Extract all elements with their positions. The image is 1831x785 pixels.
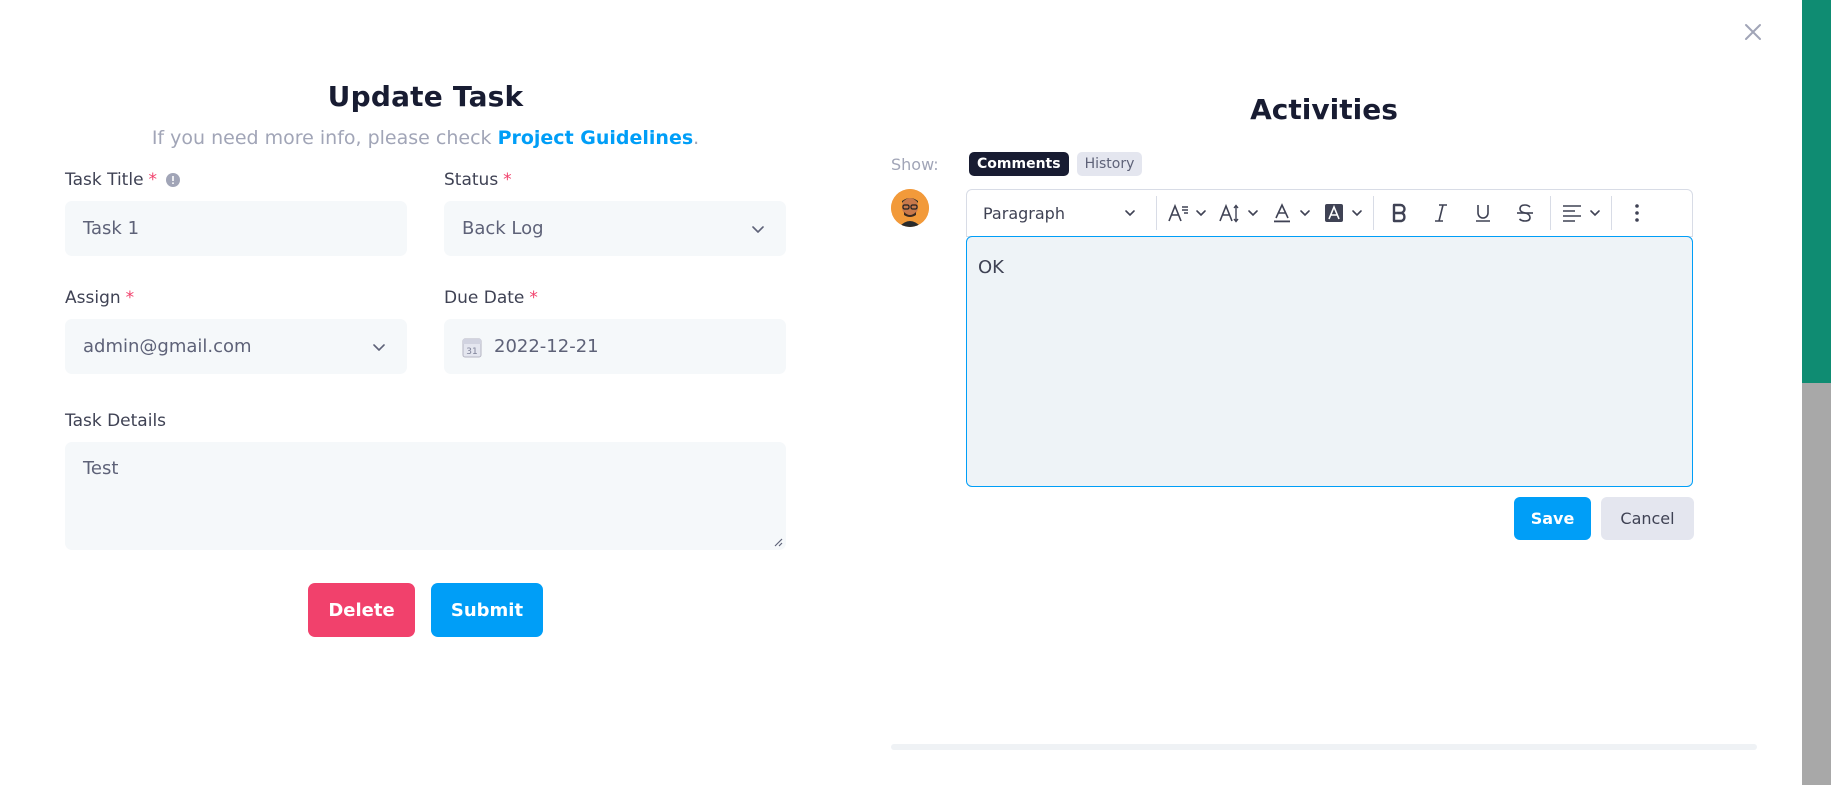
required-marker: * [529, 288, 538, 308]
required-marker: * [125, 288, 135, 308]
activities-title: Activities [1250, 93, 1398, 126]
italic-icon [1435, 204, 1447, 222]
delete-button[interactable]: Delete [308, 583, 415, 637]
more-vertical-icon [1635, 204, 1639, 222]
calendar-icon: 31 [462, 338, 482, 357]
assign-value: admin@gmail.com [83, 336, 252, 357]
comment-editor-content[interactable]: OK [966, 236, 1693, 487]
underline-icon [1476, 205, 1490, 222]
paragraph-dropdown[interactable]: Paragraph [967, 190, 1152, 236]
chevron-down-icon [1196, 210, 1206, 217]
editor-toolbar: Paragraph [966, 189, 1693, 237]
tab-comments[interactable]: Comments [969, 152, 1069, 176]
task-title-label: Task Title * [65, 169, 407, 191]
chevron-down-icon [1125, 210, 1135, 217]
subtitle-period: . [693, 127, 700, 149]
assign-label: Assign * [65, 287, 407, 309]
toolbar-divider [1550, 196, 1551, 230]
bold-button[interactable] [1378, 190, 1420, 236]
status-label-text: Status [444, 170, 499, 190]
form-actions: Delete Submit [65, 583, 786, 637]
cancel-button[interactable]: Cancel [1601, 497, 1694, 540]
comment-editor: Paragraph OK [966, 189, 1693, 487]
task-details-textarea[interactable]: Test [65, 442, 786, 550]
font-color-icon [1274, 203, 1290, 223]
chevron-down-icon [1590, 210, 1600, 217]
subtitle-text: If you need more info, please check [151, 127, 498, 149]
task-details-field: Task Details Test [65, 410, 786, 550]
font-size-dropdown[interactable] [1213, 190, 1265, 236]
form-subtitle: If you need more info, please check Proj… [65, 127, 786, 149]
backdrop-accent [1802, 0, 1831, 383]
status-label: Status * [444, 169, 786, 191]
task-title-field: Task Title * Task 1 [65, 169, 407, 256]
strikethrough-icon [1517, 204, 1533, 222]
submit-button[interactable]: Submit [431, 583, 543, 637]
more-options-button[interactable] [1616, 190, 1658, 236]
calendar-day: 31 [466, 347, 477, 357]
chevron-down-icon [373, 344, 385, 351]
show-label: Show: [891, 154, 939, 174]
due-date-input[interactable]: 31 2022-12-21 [444, 319, 786, 374]
user-avatar-icon [891, 189, 929, 227]
activities-panel: Activities Show: Comments History Paragr… [891, 0, 1757, 785]
status-field: Status * Back Log [444, 169, 786, 256]
save-button[interactable]: Save [1514, 497, 1591, 540]
resize-handle-icon[interactable] [773, 537, 783, 547]
align-left-icon [1563, 205, 1581, 222]
toolbar-divider [1373, 196, 1374, 230]
due-date-label-text: Due Date [444, 288, 525, 308]
font-family-icon [1168, 203, 1188, 222]
underline-button[interactable] [1462, 190, 1504, 236]
font-family-dropdown[interactable] [1161, 190, 1213, 236]
status-select[interactable]: Back Log [444, 201, 786, 256]
horizontal-scrollbar[interactable] [891, 744, 1757, 750]
highlight-dropdown[interactable] [1317, 190, 1369, 236]
page-backdrop [1802, 0, 1831, 785]
required-marker: * [503, 170, 512, 190]
italic-button[interactable] [1420, 190, 1462, 236]
assign-field: Assign * admin@gmail.com [65, 287, 407, 374]
editor-actions: Save Cancel [1514, 497, 1694, 540]
paragraph-label: Paragraph [983, 203, 1065, 223]
assign-select[interactable]: admin@gmail.com [65, 319, 407, 374]
strikethrough-button[interactable] [1504, 190, 1546, 236]
task-details-label: Task Details [65, 411, 167, 431]
task-title-input[interactable]: Task 1 [65, 201, 407, 256]
chevron-down-icon [752, 226, 764, 233]
info-icon [166, 173, 181, 187]
chevron-down-icon [1248, 210, 1258, 217]
alignment-dropdown[interactable] [1555, 190, 1607, 236]
avatar [891, 189, 929, 227]
required-marker: * [148, 170, 158, 190]
bold-icon [1392, 203, 1406, 223]
task-form: Update Task If you need more info, pleas… [65, 80, 786, 637]
chevron-down-icon [1352, 210, 1362, 217]
due-date-label: Due Date * [444, 287, 786, 309]
update-task-modal: Update Task If you need more info, pleas… [0, 0, 1802, 785]
activity-filter: Show: Comments History [891, 152, 1150, 176]
due-date-value: 2022-12-21 [494, 336, 599, 357]
toolbar-divider [1611, 196, 1612, 230]
due-date-field: Due Date * 31 2022-12-21 [444, 287, 786, 374]
task-title-label-text: Task Title [65, 170, 144, 190]
status-value: Back Log [462, 218, 544, 239]
toolbar-divider [1156, 196, 1157, 230]
tab-history[interactable]: History [1076, 152, 1143, 176]
task-details-value: Test [83, 458, 119, 479]
highlight-icon [1325, 204, 1343, 222]
font-size-icon [1219, 203, 1239, 223]
font-color-dropdown[interactable] [1265, 190, 1317, 236]
chevron-down-icon [1300, 210, 1310, 217]
page-title: Update Task [327, 80, 524, 113]
project-guidelines-link[interactable]: Project Guidelines [498, 127, 694, 149]
assign-label-text: Assign [65, 288, 121, 308]
